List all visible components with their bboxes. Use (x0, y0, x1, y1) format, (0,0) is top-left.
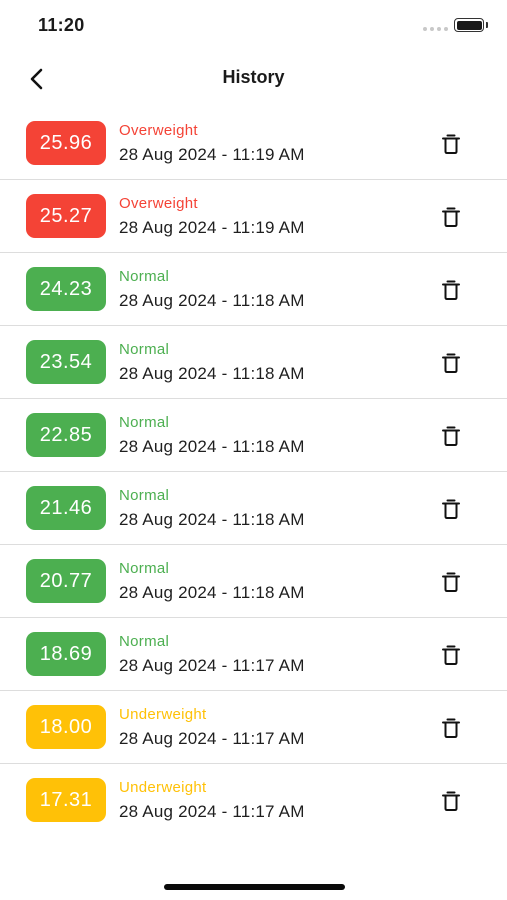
history-row[interactable]: 20.77 Normal 28 Aug 2024 - 11:18 AM (0, 545, 507, 618)
history-row[interactable]: 18.69 Normal 28 Aug 2024 - 11:17 AM (0, 618, 507, 691)
bmi-category-label: Underweight (119, 706, 207, 723)
status-time: 11:20 (38, 15, 85, 35)
trash-icon (442, 134, 460, 154)
history-row[interactable]: 21.46 Normal 28 Aug 2024 - 11:18 AM (0, 472, 507, 545)
bmi-value-badge: 25.27 (26, 194, 106, 238)
status-bar: 11:20 (0, 0, 507, 52)
delete-button[interactable] (437, 276, 465, 304)
bmi-value-badge: 23.54 (26, 340, 106, 384)
home-indicator[interactable] (164, 884, 345, 890)
history-row[interactable]: 23.54 Normal 28 Aug 2024 - 11:18 AM (0, 326, 507, 399)
history-row[interactable]: 25.96 Overweight 28 Aug 2024 - 11:19 AM (0, 107, 507, 180)
bmi-value-badge: 21.46 (26, 486, 106, 530)
delete-button[interactable] (437, 787, 465, 815)
history-row[interactable]: 17.31 Underweight 28 Aug 2024 - 11:17 AM (0, 764, 507, 837)
bmi-category-label: Overweight (119, 122, 198, 139)
delete-button[interactable] (437, 714, 465, 742)
delete-button[interactable] (437, 495, 465, 523)
delete-button[interactable] (437, 422, 465, 450)
delete-button[interactable] (437, 568, 465, 596)
battery-cap (486, 22, 488, 28)
bmi-date-label: 28 Aug 2024 - 11:18 AM (119, 291, 305, 310)
trash-icon (442, 353, 460, 373)
bmi-value-badge: 25.96 (26, 121, 106, 165)
bmi-date-label: 28 Aug 2024 - 11:18 AM (119, 437, 305, 456)
history-row[interactable]: 25.27 Overweight 28 Aug 2024 - 11:19 AM (0, 180, 507, 253)
bmi-date-label: 28 Aug 2024 - 11:17 AM (119, 802, 305, 821)
battery-full-icon (454, 18, 484, 32)
delete-button[interactable] (437, 203, 465, 231)
bmi-value-badge: 17.31 (26, 778, 106, 822)
page-title: History (222, 67, 285, 87)
trash-icon (442, 426, 460, 446)
navigation-bar: History (0, 52, 507, 104)
signal-dots-icon (423, 27, 448, 31)
trash-icon (442, 499, 460, 519)
history-row[interactable]: 18.00 Underweight 28 Aug 2024 - 11:17 AM (0, 691, 507, 764)
bmi-date-label: 28 Aug 2024 - 11:19 AM (119, 145, 305, 164)
trash-icon (442, 645, 460, 665)
bmi-value-badge: 18.00 (26, 705, 106, 749)
bmi-date-label: 28 Aug 2024 - 11:17 AM (119, 656, 305, 675)
bmi-value-badge: 22.85 (26, 413, 106, 457)
bmi-date-label: 28 Aug 2024 - 11:19 AM (119, 218, 305, 237)
bmi-category-label: Underweight (119, 779, 207, 796)
bmi-category-label: Overweight (119, 195, 198, 212)
delete-button[interactable] (437, 130, 465, 158)
bmi-date-label: 28 Aug 2024 - 11:18 AM (119, 583, 305, 602)
history-row[interactable]: 24.23 Normal 28 Aug 2024 - 11:18 AM (0, 253, 507, 326)
delete-button[interactable] (437, 641, 465, 669)
bmi-category-label: Normal (119, 268, 170, 285)
bmi-value-badge: 18.69 (26, 632, 106, 676)
bmi-category-label: Normal (119, 414, 170, 431)
trash-icon (442, 207, 460, 227)
bmi-value-badge: 20.77 (26, 559, 106, 603)
bmi-date-label: 28 Aug 2024 - 11:18 AM (119, 364, 305, 383)
bmi-value-badge: 24.23 (26, 267, 106, 311)
history-list: 25.96 Overweight 28 Aug 2024 - 11:19 AM 25.… (0, 107, 507, 837)
history-row[interactable]: 22.85 Normal 28 Aug 2024 - 11:18 AM (0, 399, 507, 472)
bmi-category-label: Normal (119, 560, 170, 577)
trash-icon (442, 572, 460, 592)
bmi-date-label: 28 Aug 2024 - 11:18 AM (119, 510, 305, 529)
bmi-date-label: 28 Aug 2024 - 11:17 AM (119, 729, 305, 748)
bmi-category-label: Normal (119, 341, 170, 358)
trash-icon (442, 718, 460, 738)
delete-button[interactable] (437, 349, 465, 377)
bmi-category-label: Normal (119, 633, 170, 650)
bmi-category-label: Normal (119, 487, 170, 504)
trash-icon (442, 791, 460, 811)
trash-icon (442, 280, 460, 300)
